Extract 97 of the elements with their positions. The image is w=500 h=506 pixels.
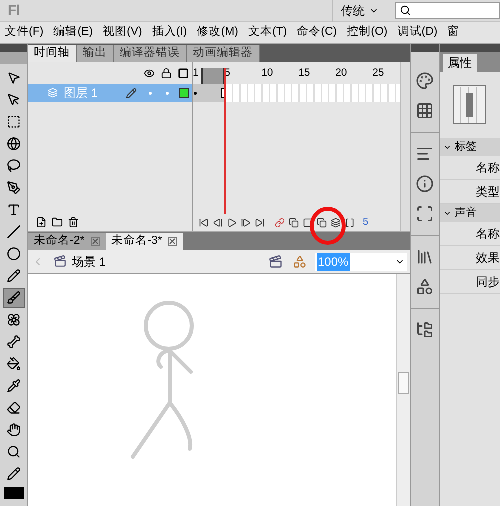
pencil-icon (126, 88, 137, 98)
folder-tree-icon[interactable] (416, 321, 434, 339)
section-header[interactable]: 声音 (440, 204, 500, 222)
layer-icon (48, 88, 58, 98)
menu-item[interactable]: 修改(M) (192, 24, 244, 42)
onion-skin-marker[interactable] (201, 68, 225, 84)
panel-tab[interactable]: 输出 (77, 45, 114, 62)
menu-item[interactable]: 调试(D) (392, 24, 443, 42)
close-icon[interactable] (90, 237, 100, 246)
property-label: 名称 (476, 226, 500, 242)
document-tab[interactable]: 未命名-3* (106, 233, 184, 250)
text-icon (6, 203, 20, 217)
menu-item[interactable]: 控制(O) (342, 24, 393, 42)
line-icon (6, 225, 20, 239)
section-header[interactable]: 标签 (440, 138, 500, 156)
menu-item[interactable]: 窗 (442, 24, 465, 42)
pencil-icon (6, 269, 20, 283)
app-logo: Fl (8, 1, 20, 20)
loop-icon[interactable] (275, 218, 285, 228)
info-icon[interactable] (416, 175, 434, 193)
panel-tab[interactable]: 属性 (443, 54, 477, 72)
scroll-thumb[interactable] (398, 372, 409, 394)
globe-icon (6, 137, 20, 151)
frame-number: 20 (336, 66, 348, 81)
close-icon[interactable] (168, 237, 178, 246)
onion-skin-icon[interactable] (289, 218, 299, 228)
frame-number: 10 (262, 66, 274, 81)
pencil-icon (6, 467, 20, 481)
edit-frames-icon[interactable] (317, 218, 327, 228)
search-icon (400, 5, 411, 16)
frame-number: 1 (193, 66, 199, 81)
panel-tab[interactable]: 动画编辑器 (187, 45, 260, 62)
current-frame: 5 (363, 215, 369, 230)
trash-icon[interactable] (68, 217, 79, 228)
tool-button[interactable] (2, 288, 24, 308)
property-label: 类型 (476, 184, 500, 200)
scene-label: 场景 1 (72, 254, 106, 270)
pointer-icon (6, 93, 20, 107)
new-layer-icon[interactable] (36, 217, 47, 228)
property-label: 效果 (476, 250, 500, 266)
dashed-square-icon (6, 115, 20, 129)
eye-icon[interactable] (144, 68, 155, 78)
tween-span (193, 84, 226, 102)
layer-color[interactable] (179, 88, 189, 98)
panel-tab[interactable]: 时间轴 (28, 45, 77, 62)
scrollbar[interactable] (396, 274, 410, 506)
frame-preview-icon (453, 85, 487, 125)
menu-item[interactable]: 文件(F) (0, 24, 49, 42)
scene-icon (54, 255, 67, 268)
fill-color-swatch[interactable] (4, 487, 24, 499)
folder-icon[interactable] (52, 217, 63, 228)
align-icon[interactable] (416, 145, 434, 163)
hand-icon (6, 423, 20, 437)
arrow-icon (6, 71, 20, 85)
last-frame-icon[interactable] (255, 218, 265, 228)
flower-icon (6, 313, 20, 327)
menu-item[interactable]: 命令(C) (292, 24, 342, 42)
onion-markers-icon[interactable] (331, 218, 341, 228)
oval-icon (6, 247, 20, 261)
outline-icon[interactable] (178, 68, 189, 78)
lock-icon[interactable] (161, 68, 172, 78)
menu-item[interactable]: 视图(V) (98, 24, 148, 42)
panel-grip[interactable] (0, 52, 27, 64)
frame-number: 15 (298, 66, 310, 81)
pen-icon (6, 181, 20, 195)
previous-frame-icon[interactable] (213, 218, 223, 228)
brackets-icon[interactable] (345, 218, 355, 228)
shapes-icon[interactable] (416, 278, 434, 296)
brush-icon (6, 291, 20, 305)
edit-scene-icon[interactable] (269, 254, 283, 268)
property-label: 同步 (476, 274, 500, 290)
layer-name: 图层 1 (64, 85, 100, 102)
panel-tab[interactable]: 编译器错误 (114, 45, 187, 62)
highlight-circle (308, 206, 348, 246)
onion-outline-icon[interactable] (303, 218, 313, 228)
frame-number: 25 (372, 66, 384, 81)
grid-icon[interactable] (416, 102, 434, 120)
eyedropper-icon (6, 379, 20, 393)
palette-icon[interactable] (416, 72, 434, 90)
lasso-icon (6, 159, 20, 173)
menu-item[interactable]: 编辑(E) (48, 24, 98, 42)
bone-icon (6, 335, 20, 349)
play-icon[interactable] (227, 218, 237, 228)
transform-icon[interactable] (416, 205, 434, 223)
edit-symbol-icon[interactable] (293, 254, 307, 268)
paint-bucket-icon (6, 357, 20, 371)
next-frame-icon[interactable] (241, 218, 251, 228)
first-frame-icon[interactable] (199, 218, 209, 228)
property-label: 名称 (476, 160, 500, 176)
zoom-icon (6, 445, 20, 459)
library-icon[interactable] (416, 248, 434, 266)
menu-item[interactable]: 插入(I) (147, 24, 192, 42)
menu-item[interactable]: 文本(T) (243, 24, 292, 42)
eraser-icon (6, 401, 20, 415)
document-tab[interactable]: 未命名-2* (28, 233, 106, 250)
scrollbar[interactable] (400, 62, 410, 231)
search-field[interactable] (395, 2, 500, 19)
